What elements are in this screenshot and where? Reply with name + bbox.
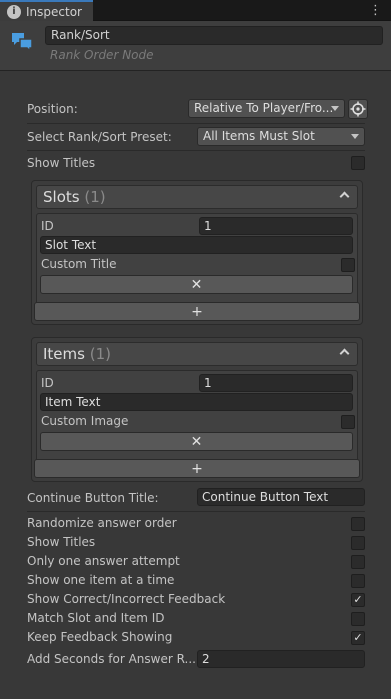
toggle-label: Show Correct/Incorrect Feedback <box>27 592 226 606</box>
seconds-label: Add Seconds for Answer R... <box>27 652 196 666</box>
tab-inspector[interactable]: i Inspector <box>0 0 93 21</box>
tab-bar: i Inspector ⋮ <box>0 0 391 21</box>
preset-value: All Items Must Slot <box>203 129 315 143</box>
chevron-down-icon <box>351 134 359 139</box>
items-group: Items (1) ID 1 Item Text Custom Image ✕ … <box>31 337 363 482</box>
continue-label: Continue Button Title: <box>27 491 159 505</box>
slot-text-field[interactable]: Slot Text <box>40 236 353 254</box>
item-id-label: ID <box>41 376 54 390</box>
node-subtitle: Rank Order Node <box>50 48 154 62</box>
add-slot-button[interactable]: + <box>34 302 360 321</box>
slot-id-label: ID <box>41 219 54 233</box>
toggle-checkbox[interactable] <box>351 612 365 626</box>
chevron-up-icon <box>339 191 350 202</box>
tab-label: Inspector <box>26 4 82 19</box>
position-label: Position: <box>27 102 78 116</box>
crosshair-icon <box>350 101 366 117</box>
divider <box>27 123 365 124</box>
add-item-button[interactable]: + <box>34 459 360 478</box>
divider <box>27 511 365 512</box>
preset-label: Select Rank/Sort Preset: <box>27 130 172 144</box>
position-dropdown[interactable]: Relative To Player/Fro... <box>188 99 345 118</box>
slot-entry: ID 1 Slot Text Custom Title ✕ <box>36 213 358 311</box>
custom-title-label: Custom Title <box>41 257 117 271</box>
toggle-label: Randomize answer order <box>27 516 177 530</box>
items-count: (1) <box>89 345 111 363</box>
items-title: Items (1) <box>43 345 111 363</box>
slots-header[interactable]: Slots (1) <box>36 185 358 209</box>
toggle-label: Match Slot and Item ID <box>27 611 165 625</box>
slots-group: Slots (1) ID 1 Slot Text Custom Title ✕ … <box>31 180 363 325</box>
show-titles-label: Show Titles <box>27 156 96 170</box>
show-titles-checkbox[interactable] <box>351 156 365 170</box>
divider <box>27 150 365 151</box>
custom-title-checkbox[interactable] <box>341 258 355 272</box>
crosshair-button[interactable] <box>348 99 368 119</box>
items-header[interactable]: Items (1) <box>36 342 358 366</box>
toggle-checkbox[interactable] <box>351 574 365 588</box>
toggle-label: Only one answer attempt <box>27 554 180 568</box>
chat-bubbles-icon <box>12 33 33 53</box>
seconds-field[interactable]: 2 <box>197 650 365 668</box>
custom-image-checkbox[interactable] <box>341 415 355 429</box>
info-icon: i <box>7 4 21 19</box>
continue-field[interactable]: Continue Button Text <box>197 488 365 506</box>
kebab-menu-icon[interactable]: ⋮ <box>369 3 382 18</box>
item-id-field[interactable]: 1 <box>199 374 353 392</box>
chevron-down-icon <box>331 106 339 111</box>
slots-count: (1) <box>84 188 106 206</box>
remove-slot-button[interactable]: ✕ <box>40 275 353 294</box>
inspector-header: Rank/Sort Rank Order Node <box>0 21 391 71</box>
toggle-label: Show Titles <box>27 535 96 549</box>
toggle-label: Keep Feedback Showing <box>27 630 173 644</box>
toggle-checkbox[interactable]: ✓ <box>351 593 365 607</box>
chevron-up-icon <box>339 348 350 359</box>
position-value: Relative To Player/Fro... <box>194 101 334 115</box>
toggle-label: Show one item at a time <box>27 573 175 587</box>
toggle-checkbox[interactable]: ✓ <box>351 631 365 645</box>
remove-item-button[interactable]: ✕ <box>40 432 353 451</box>
item-entry: ID 1 Item Text Custom Image ✕ <box>36 370 358 468</box>
item-text-field[interactable]: Item Text <box>40 393 353 411</box>
preset-dropdown[interactable]: All Items Must Slot <box>197 127 365 146</box>
slots-title: Slots (1) <box>43 188 106 206</box>
node-name-field[interactable]: Rank/Sort <box>45 26 383 45</box>
toggle-checkbox[interactable] <box>351 555 365 569</box>
toggle-checkbox[interactable] <box>351 536 365 550</box>
custom-image-label: Custom Image <box>41 414 129 428</box>
toggle-checkbox[interactable] <box>351 517 365 531</box>
slot-id-field[interactable]: 1 <box>199 217 353 235</box>
